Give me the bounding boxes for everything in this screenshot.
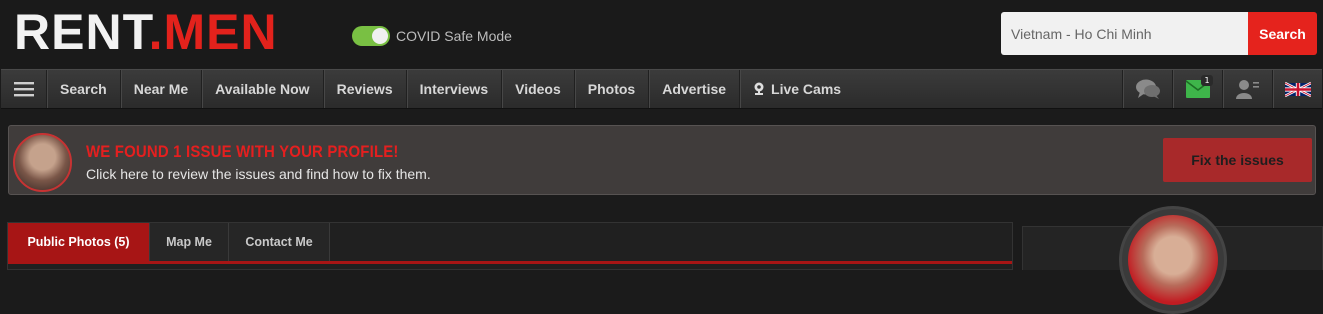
- nav-videos[interactable]: Videos: [502, 70, 575, 108]
- profile-avatar: [13, 133, 72, 192]
- nav-live-cams[interactable]: Live Cams: [740, 70, 854, 108]
- logo-text-rent: RENT: [14, 4, 149, 60]
- covid-safe-mode: COVID Safe Mode: [352, 25, 512, 47]
- logo-text-men: MEN: [163, 4, 278, 60]
- account-button[interactable]: [1222, 70, 1272, 108]
- language-button[interactable]: [1272, 70, 1322, 108]
- main-nav: Search Near Me Available Now Reviews Int…: [1, 69, 1322, 109]
- tab-public-photos[interactable]: Public Photos (5): [8, 223, 150, 261]
- site-logo[interactable]: RENT.MEN: [14, 6, 278, 58]
- hamburger-icon: [13, 82, 34, 97]
- nav-reviews[interactable]: Reviews: [324, 70, 407, 108]
- messages-button[interactable]: 1: [1172, 70, 1222, 108]
- chat-button[interactable]: [1122, 70, 1172, 108]
- nav-photos[interactable]: Photos: [575, 70, 650, 108]
- nav-live-cams-label: Live Cams: [771, 81, 842, 97]
- nav-right-icons: 1: [1122, 70, 1322, 108]
- nav-available-now[interactable]: Available Now: [202, 70, 324, 108]
- nav-near-me[interactable]: Near Me: [121, 70, 203, 108]
- nav-advertise[interactable]: Advertise: [649, 70, 741, 108]
- location-search: Search: [1001, 12, 1317, 55]
- user-icon: [1235, 80, 1259, 99]
- avatar-photo: [1128, 215, 1218, 305]
- alert-text: Click here to review the issues and find…: [86, 166, 431, 182]
- toggle-knob: [372, 28, 388, 44]
- profile-main-avatar[interactable]: [1119, 206, 1227, 314]
- profile-tab-panel: Public Photos (5) Map Me Contact Me: [7, 222, 1013, 270]
- chat-icon: [1135, 79, 1160, 99]
- webcam-icon: [754, 82, 764, 95]
- nav-interviews[interactable]: Interviews: [407, 70, 503, 108]
- location-search-input[interactable]: [1001, 12, 1248, 55]
- tab-contact-me[interactable]: Contact Me: [229, 223, 330, 261]
- search-button[interactable]: Search: [1248, 12, 1317, 55]
- nav-search[interactable]: Search: [47, 70, 121, 108]
- uk-flag-icon: [1284, 81, 1311, 97]
- tab-map-me[interactable]: Map Me: [150, 223, 229, 261]
- messages-badge: 1: [1201, 75, 1213, 86]
- fix-issues-button[interactable]: Fix the issues: [1163, 138, 1312, 182]
- hamburger-menu-button[interactable]: [1, 70, 47, 108]
- logo-dot: .: [148, 4, 164, 60]
- covid-toggle[interactable]: [352, 26, 390, 46]
- profile-issue-alert[interactable]: WE FOUND 1 ISSUE WITH YOUR PROFILE! Clic…: [8, 125, 1316, 195]
- site-header: RENT.MEN COVID Safe Mode Search: [0, 0, 1323, 68]
- alert-title: WE FOUND 1 ISSUE WITH YOUR PROFILE!: [86, 142, 399, 161]
- profile-tabs: Public Photos (5) Map Me Contact Me: [8, 223, 1012, 264]
- covid-label: COVID Safe Mode: [396, 28, 512, 44]
